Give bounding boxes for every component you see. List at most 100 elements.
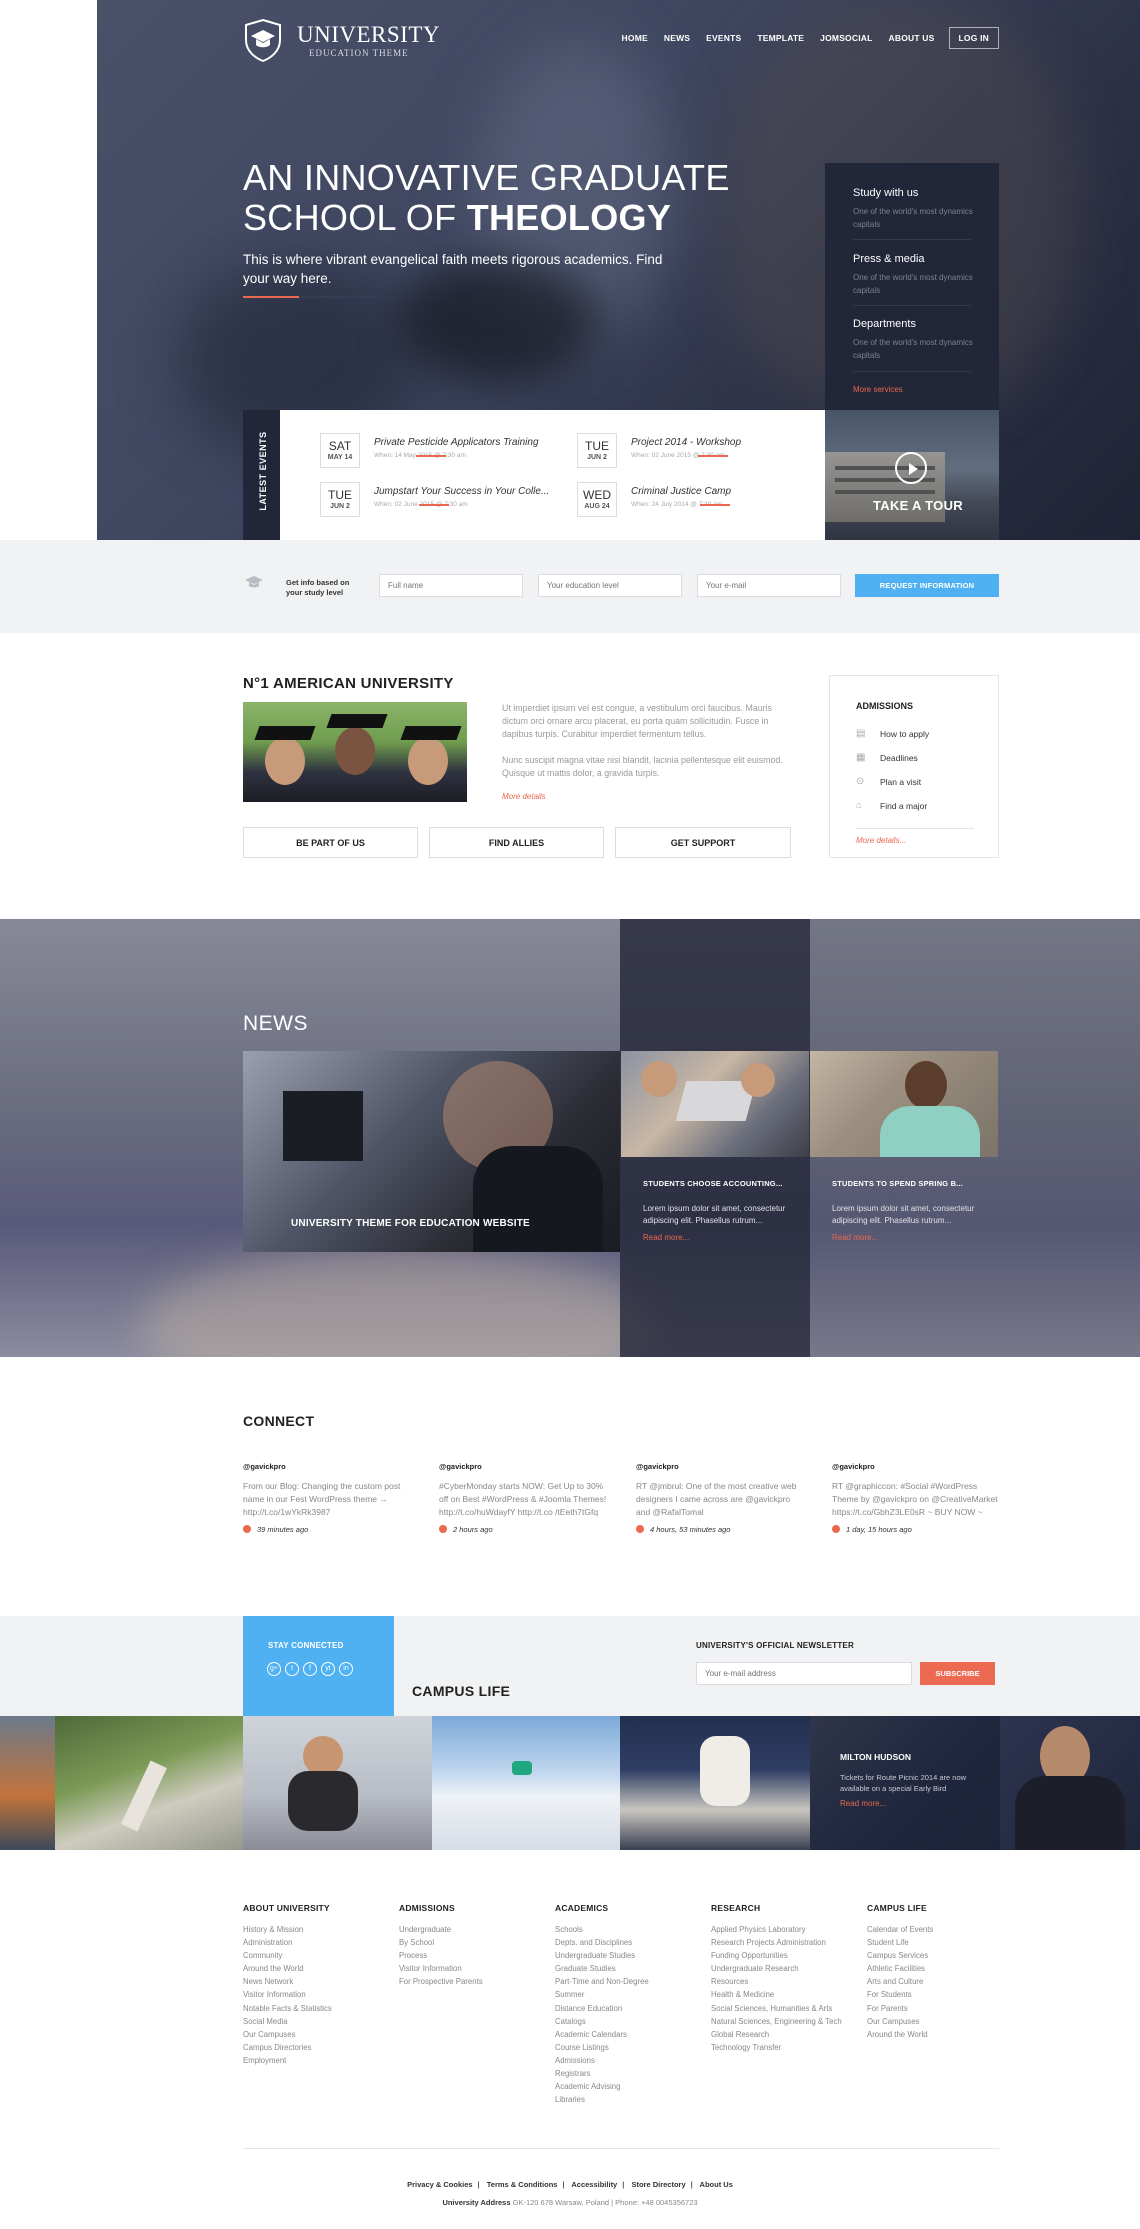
footer-link[interactable]: Natural Sciences, Engineering & Tech [711,2015,861,2028]
tweet-handle[interactable]: @gavickpro [832,1462,1002,1471]
admissions-item-visit[interactable]: ⊙ Plan a visit [856,776,976,790]
footer-link[interactable]: Applied Physics Laboratory [711,1923,861,1936]
gallery-image[interactable] [55,1716,243,1850]
footer-link[interactable]: Campus Directories [243,2041,393,2054]
footer-link[interactable]: Our Campuses [243,2028,393,2041]
google-plus-icon[interactable]: g+ [267,1662,281,1676]
news-item-title[interactable]: STUDENTS TO SPEND SPRING B... [832,1179,963,1188]
facebook-icon[interactable]: f [303,1662,317,1676]
footer-link[interactable]: Around the World [243,1962,393,1975]
side-item-departments[interactable]: Departments One of the world's most dyna… [853,318,973,362]
admissions-item-deadlines[interactable]: ▦ Deadlines [856,752,976,766]
be-part-of-us-button[interactable]: BE PART OF US [243,827,418,858]
site-logo[interactable]: UNIVERSITY EDUCATION THEME [243,18,440,64]
twitter-icon[interactable]: t [285,1662,299,1676]
footer-link[interactable]: Libraries [555,2093,705,2106]
full-name-input[interactable] [379,574,523,597]
nav-template[interactable]: TEMPLATE [757,33,804,43]
get-support-button[interactable]: GET SUPPORT [615,827,791,858]
request-information-button[interactable]: REQUEST INFORMATION [855,574,999,597]
more-details-link[interactable]: More details [502,792,546,801]
footer-link[interactable]: Administration [243,1936,393,1949]
footer-link[interactable]: Depts. and Disciplines [555,1936,705,1949]
gallery-image[interactable] [0,1716,55,1850]
footer-link[interactable]: For Parents [867,2002,1017,2015]
footer-link[interactable]: Calendar of Events [867,1923,1017,1936]
newsletter-email-input[interactable] [696,1662,912,1685]
find-allies-button[interactable]: FIND ALLIES [429,827,604,858]
footer-link[interactable]: Student Life [867,1936,1017,1949]
play-icon[interactable] [895,452,927,484]
news-image[interactable] [621,1051,809,1157]
side-item-press[interactable]: Press & media One of the world's most dy… [853,253,973,297]
gallery-image[interactable] [432,1716,620,1850]
more-services-link[interactable]: More services [853,385,903,394]
footer-link[interactable]: Notable Facts & Statistics [243,2002,393,2015]
footer-link[interactable]: Undergraduate Studies [555,1949,705,1962]
footer-link[interactable]: Undergraduate Research [711,1962,861,1975]
footer-link[interactable]: Technology Transfer [711,2041,861,2054]
tweet-handle[interactable]: @gavickpro [636,1462,806,1471]
footer-link[interactable]: Employment [243,2054,393,2067]
footer-link[interactable]: Admissions [555,2054,705,2067]
privacy-link[interactable]: Privacy & Cookies [407,2180,472,2189]
admissions-item-apply[interactable]: ▤ How to apply [856,728,976,742]
footer-link[interactable]: News Network [243,1975,393,1988]
accessibility-link[interactable]: Accessibility [571,2180,617,2189]
footer-link[interactable]: Resources [711,1975,861,1988]
footer-link[interactable]: Health & Medicine [711,1988,861,2001]
news-featured[interactable]: UNIVERSITY THEME FOR EDUCATION WEBSITE [243,1051,620,1252]
admissions-item-major[interactable]: ⌂ Find a major [856,800,976,814]
gallery-image[interactable] [620,1716,810,1850]
footer-link[interactable]: Course Listings [555,2041,705,2054]
footer-link[interactable]: Social Media [243,2015,393,2028]
footer-link[interactable]: Arts and Culture [867,1975,1017,1988]
admissions-more-link[interactable]: More details... [856,836,906,845]
footer-link[interactable]: Summer [555,1988,705,2001]
about-us-link[interactable]: About Us [700,2180,733,2189]
footer-link[interactable]: Around the World [867,2028,1017,2041]
footer-link[interactable]: Academic Calendars [555,2028,705,2041]
footer-link[interactable]: Schools [555,1923,705,1936]
footer-link[interactable]: Funding Opportunities [711,1949,861,1962]
footer-link[interactable]: Graduate Studies [555,1962,705,1975]
footer-link[interactable]: History & Mission [243,1923,393,1936]
nav-news[interactable]: NEWS [664,33,690,43]
milton-hudson-card[interactable]: MILTON HUDSON Tickets for Route Picnic 2… [810,1716,1000,1850]
footer-link[interactable]: Our Campuses [867,2015,1017,2028]
footer-link[interactable]: Social Sciences, Humanities & Arts [711,2002,861,2015]
education-level-input[interactable] [538,574,682,597]
event-item[interactable]: WED AUG 24 Criminal Justice Camp When: 24… [577,482,807,522]
footer-link[interactable]: Community [243,1949,393,1962]
footer-link[interactable]: Registrars [555,2067,705,2080]
footer-link[interactable]: Undergraduate [399,1923,549,1936]
youtube-icon[interactable]: yt [321,1662,335,1676]
footer-link[interactable]: Global Research [711,2028,861,2041]
footer-link[interactable]: Catalogs [555,2015,705,2028]
footer-link[interactable]: For Prospective Parents [399,1975,549,1988]
footer-link[interactable]: Athletic Facilities [867,1962,1017,1975]
footer-link[interactable]: By School [399,1936,549,1949]
footer-link[interactable]: For Students [867,1988,1017,2001]
store-directory-link[interactable]: Store Directory [631,2180,685,2189]
read-more-link[interactable]: Read more... [643,1233,689,1242]
gallery-image[interactable] [243,1716,432,1850]
tweet-handle[interactable]: @gavickpro [243,1462,413,1471]
terms-link[interactable]: Terms & Conditions [487,2180,558,2189]
take-a-tour[interactable]: TAKE A TOUR [825,410,999,540]
linkedin-icon[interactable]: in [339,1662,353,1676]
nav-home[interactable]: HOME [622,33,648,43]
footer-link[interactable]: Process [399,1949,549,1962]
news-item-title[interactable]: STUDENTS CHOOSE ACCOUNTING... [643,1179,783,1188]
nav-about-us[interactable]: ABOUT US [889,33,935,43]
footer-link[interactable]: Distance Education [555,2002,705,2015]
side-item-study[interactable]: Study with us One of the world's most dy… [853,187,973,231]
news-image[interactable] [810,1051,998,1157]
footer-link[interactable]: Visitor Information [243,1988,393,2001]
footer-link[interactable]: Academic Advising [555,2080,705,2093]
nav-events[interactable]: EVENTS [706,33,741,43]
tweet-handle[interactable]: @gavickpro [439,1462,609,1471]
subscribe-button[interactable]: SUBSCRIBE [920,1662,995,1685]
footer-link[interactable]: Visitor Information [399,1962,549,1975]
read-more-link[interactable]: Read more... [832,1233,878,1242]
